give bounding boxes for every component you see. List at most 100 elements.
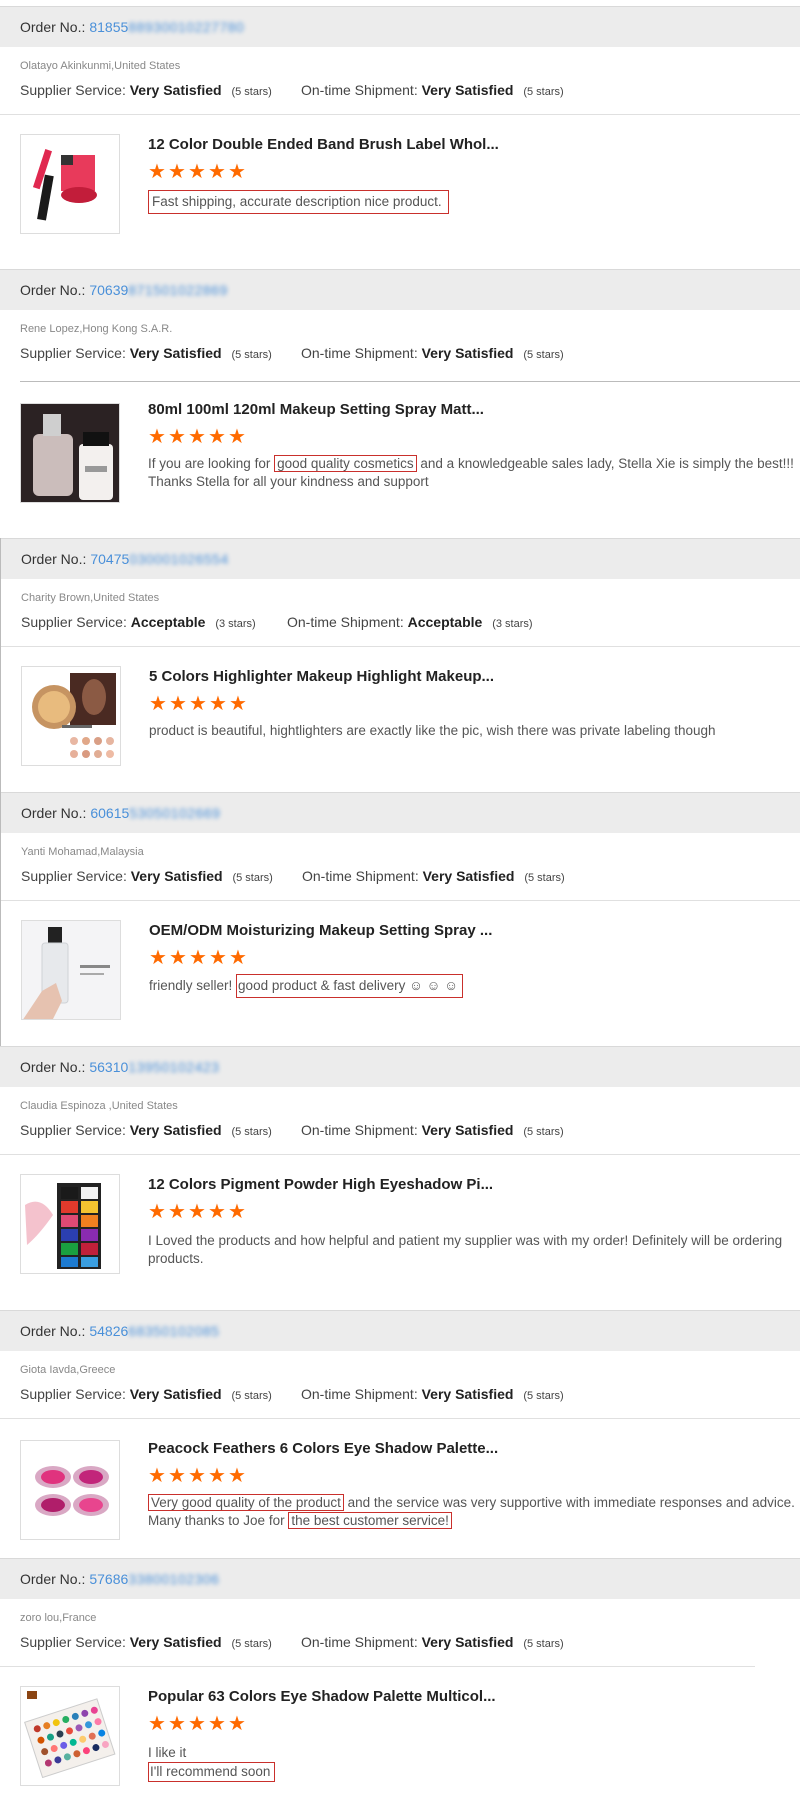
shipment-stars: (3 stars) [492, 618, 533, 630]
order-number-link[interactable]: 70639871501022869 [89, 282, 227, 298]
star-icon: ★ [209, 693, 227, 715]
product-thumbnail[interactable] [20, 1174, 120, 1274]
review-comment: I like it I'll recommend soon [148, 1744, 798, 1782]
buyer-name: Olatayo Akinkunmi,United States [20, 60, 181, 72]
order-number-link[interactable]: 5482668350102085 [89, 1323, 219, 1339]
star-icon: ★ [168, 161, 186, 183]
supplier-service-stars: (5 stars) [231, 86, 272, 98]
shipment-label: On-time Shipment: [287, 614, 404, 630]
supplier-service-stars: (5 stars) [232, 872, 273, 884]
star-icon: ★ [228, 1713, 246, 1735]
order-bar: Order No.: 5631013950102423 [0, 1046, 800, 1087]
star-rating: ★ ★ ★ ★ ★ [148, 161, 246, 183]
star-icon: ★ [189, 693, 207, 715]
star-rating: ★ ★ ★ ★ ★ [149, 947, 247, 969]
divider [0, 1666, 755, 1667]
shipment-value: Very Satisfied [422, 868, 515, 884]
shipment-stars: (5 stars) [523, 349, 564, 361]
order-bar: Order No.: 5482668350102085 [0, 1310, 800, 1351]
divider [20, 381, 800, 382]
63-color-palette-image [21, 1687, 119, 1785]
star-icon: ★ [208, 1465, 226, 1487]
order-number-link[interactable]: 5631013950102423 [89, 1059, 219, 1075]
pigment-palette-image [21, 1175, 119, 1273]
shipment-value: Very Satisfied [421, 345, 514, 361]
review-comment: friendly seller! good product & fast del… [149, 974, 799, 998]
ratings-row: Supplier Service: Very Satisfied (5 star… [20, 1386, 564, 1402]
order-label: Order No.: [20, 1323, 86, 1339]
supplier-service-label: Supplier Service: [21, 614, 127, 630]
shipment-group: On-time Shipment: Very Satisfied (5 star… [301, 1386, 564, 1402]
order-number-link[interactable]: 8185588930010227780 [89, 19, 244, 35]
star-icon: ★ [168, 1465, 186, 1487]
review-comment: I Loved the products and how helpful and… [148, 1233, 783, 1266]
reviews-page: Order No.: 8185588930010227780 Olatayo A… [0, 0, 800, 1800]
order-number-link[interactable]: 5768633800102306 [89, 1571, 219, 1587]
order-bar: Order No.: 8185588930010227780 [0, 6, 800, 47]
shipment-value: Very Satisfied [421, 1634, 514, 1650]
star-icon: ★ [168, 1713, 186, 1735]
product-thumbnail[interactable] [20, 134, 120, 234]
supplier-service-value: Very Satisfied [129, 345, 222, 361]
star-icon: ★ [168, 426, 186, 448]
star-icon: ★ [188, 1465, 206, 1487]
product-title[interactable]: 12 Colors Pigment Powder High Eyeshadow … [148, 1176, 493, 1193]
star-icon: ★ [228, 1201, 246, 1223]
star-icon: ★ [148, 161, 166, 183]
order-label: Order No.: [20, 1059, 86, 1075]
product-title[interactable]: 12 Color Double Ended Band Brush Label W… [148, 136, 499, 153]
product-thumbnail[interactable] [21, 666, 121, 766]
divider [0, 114, 800, 115]
supplier-service-label: Supplier Service: [20, 1386, 126, 1402]
star-icon: ★ [148, 1713, 166, 1735]
star-icon: ★ [149, 947, 167, 969]
star-icon: ★ [208, 161, 226, 183]
star-icon: ★ [208, 1201, 226, 1223]
review-card: Order No.: 70475030001026554 Charity Bro… [0, 538, 800, 792]
product-title[interactable]: Peacock Feathers 6 Colors Eye Shadow Pal… [148, 1440, 498, 1457]
order-label: Order No.: [21, 805, 87, 821]
divider [1, 646, 800, 647]
product-title[interactable]: 5 Colors Highlighter Makeup Highlight Ma… [149, 668, 494, 685]
product-thumbnail[interactable] [21, 920, 121, 1020]
supplier-service-label: Supplier Service: [20, 1122, 126, 1138]
shipment-group: On-time Shipment: Very Satisfied (5 star… [302, 868, 565, 884]
review-card: Order No.: 70639871501022869 Rene Lopez,… [0, 269, 800, 539]
buyer-name: Charity Brown,United States [21, 592, 160, 604]
shipment-value: Acceptable [407, 614, 483, 630]
supplier-service-label: Supplier Service: [21, 868, 127, 884]
review-card: Order No.: 5631013950102423 Claudia Espi… [0, 1046, 800, 1310]
buyer-name: Yanti Mohamad,Malaysia [21, 846, 144, 858]
supplier-service-stars: (5 stars) [231, 1638, 272, 1650]
highlighted-text: good product & fast delivery ☺ ☺ ☺ [236, 974, 463, 998]
product-thumbnail[interactable] [20, 403, 120, 503]
star-icon: ★ [188, 1201, 206, 1223]
product-title[interactable]: OEM/ODM Moisturizing Makeup Setting Spra… [149, 922, 492, 939]
highlighted-text: the best customer service! [288, 1512, 452, 1529]
divider [1, 900, 800, 901]
star-icon: ★ [229, 947, 247, 969]
order-number-link[interactable]: 6061553050102669 [90, 805, 220, 821]
ratings-row: Supplier Service: Very Satisfied (5 star… [20, 1634, 564, 1650]
supplier-service-value: Acceptable [130, 614, 206, 630]
ratings-row: Supplier Service: Very Satisfied (5 star… [20, 1122, 564, 1138]
shipment-label: On-time Shipment: [301, 82, 418, 98]
comment-line: I like it [148, 1745, 187, 1760]
supplier-service-label: Supplier Service: [20, 82, 126, 98]
product-title[interactable]: 80ml 100ml 120ml Makeup Setting Spray Ma… [148, 401, 484, 418]
star-icon: ★ [188, 1713, 206, 1735]
star-rating: ★ ★ ★ ★ ★ [148, 1713, 246, 1735]
shipment-label: On-time Shipment: [301, 1634, 418, 1650]
star-icon: ★ [228, 426, 246, 448]
shipment-stars: (5 stars) [523, 1126, 564, 1138]
divider [0, 1418, 800, 1419]
product-thumbnail[interactable] [20, 1686, 120, 1786]
shipment-label: On-time Shipment: [301, 1386, 418, 1402]
supplier-service-stars: (5 stars) [231, 349, 272, 361]
ratings-row: Supplier Service: Acceptable (3 stars) O… [21, 614, 533, 630]
shipment-label: On-time Shipment: [301, 345, 418, 361]
product-thumbnail[interactable] [20, 1440, 120, 1540]
product-title[interactable]: Popular 63 Colors Eye Shadow Palette Mul… [148, 1688, 496, 1705]
order-bar: Order No.: 5768633800102306 [0, 1558, 800, 1599]
order-number-link[interactable]: 70475030001026554 [90, 551, 228, 567]
